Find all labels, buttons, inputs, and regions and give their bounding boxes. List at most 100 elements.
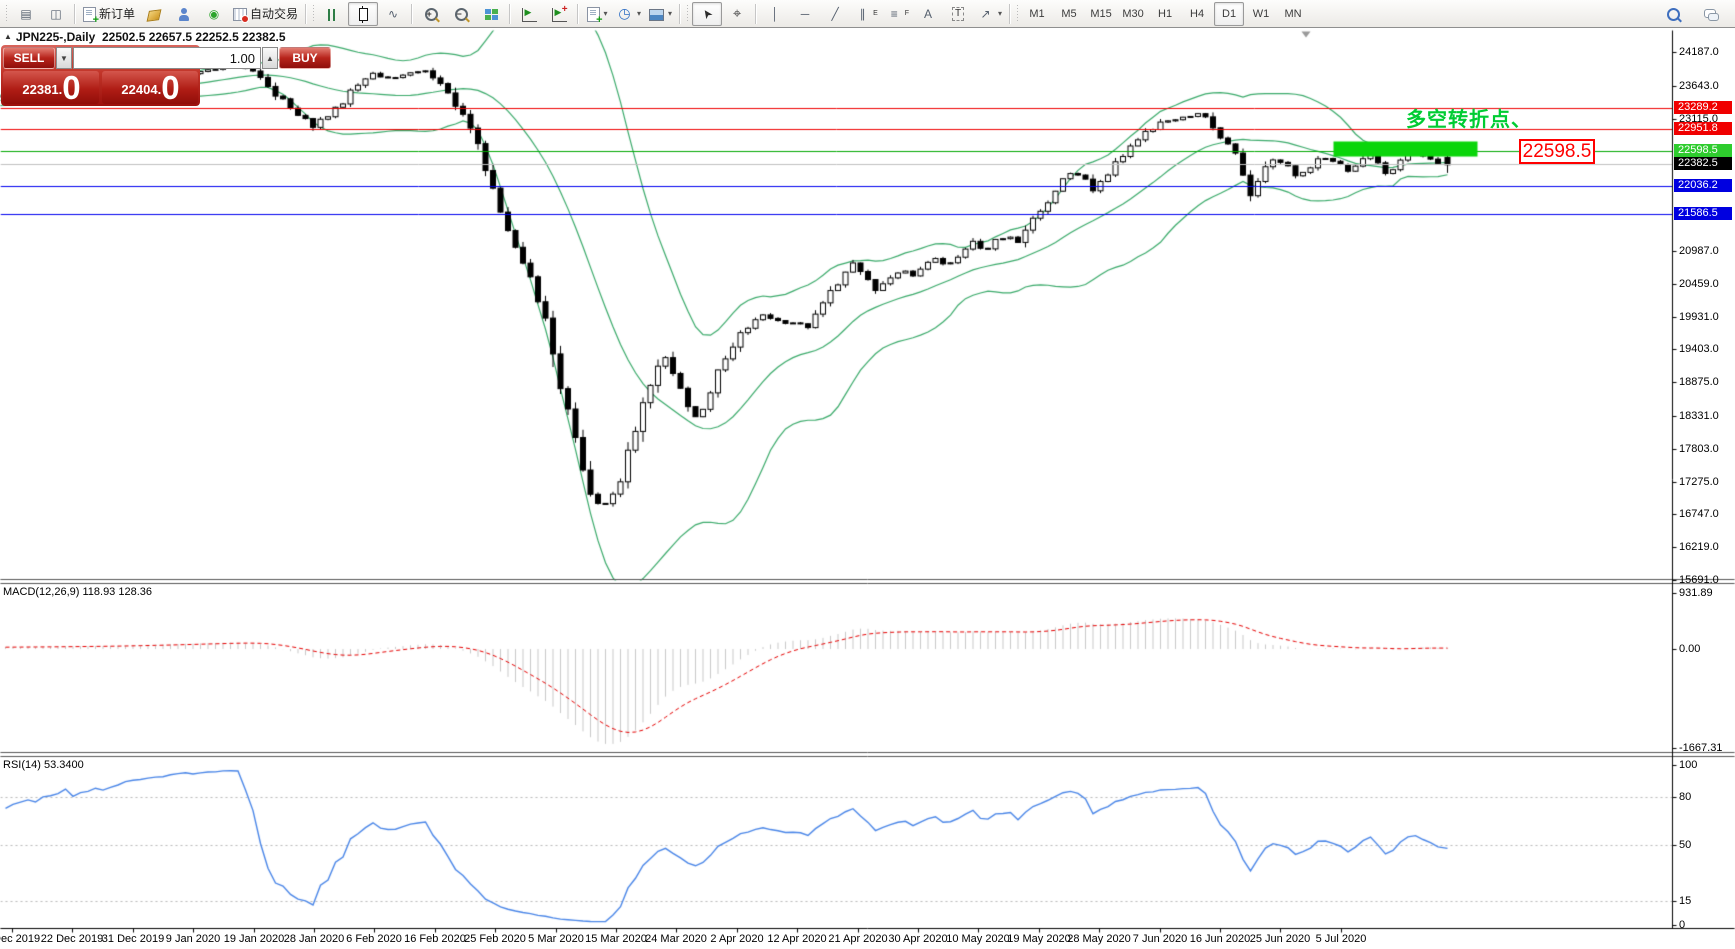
chart-window: ▲JPN225-,Daily 22502.5 22657.5 22252.5 2… — [0, 28, 1735, 949]
cursor-button[interactable]: ➤ — [692, 2, 722, 26]
chart-annotation-text[interactable]: 多空转折点、 — [1406, 103, 1532, 132]
buy-button[interactable]: BUY — [279, 47, 331, 69]
line-chart-button[interactable]: ∿ — [378, 2, 408, 26]
rsi-axis-tick-label: 0 — [1679, 919, 1685, 931]
toolbar-separator — [305, 4, 307, 24]
toolbar-separator — [679, 4, 681, 24]
tile-windows-button[interactable] — [476, 2, 506, 26]
timeframe-h4-button[interactable]: H4 — [1182, 2, 1212, 26]
vertical-line-icon: │ — [767, 6, 784, 22]
community-button[interactable] — [169, 2, 199, 26]
x-axis-date-label: 19 May 2020 — [1007, 933, 1071, 945]
x-axis-date-label: 2 Dec 2019 — [0, 933, 40, 945]
sell-price-main: 22381 — [22, 77, 58, 103]
indicators-window-icon — [522, 8, 537, 22]
timeframe-h1-button[interactable]: H1 — [1150, 2, 1180, 26]
signal-button[interactable]: ◉ — [199, 2, 229, 26]
arrows-button[interactable]: ↗▾ — [973, 2, 1006, 26]
new-order-icon — [83, 7, 96, 22]
timeframe-m1-button[interactable]: M1 — [1022, 2, 1052, 26]
toolbar-right — [1658, 2, 1732, 26]
timeframe-m30-button[interactable]: M30 — [1118, 2, 1148, 26]
period-button[interactable]: ◷▾ — [612, 2, 645, 26]
bar-chart-button[interactable] — [318, 2, 348, 26]
price-axis-tick-label: 20459.0 — [1679, 278, 1719, 290]
x-axis-date-label: 31 Dec 2019 — [102, 933, 164, 945]
market-watch-button[interactable]: ▤ — [11, 2, 41, 26]
x-axis-date-label: 16 Jun 2020 — [1190, 933, 1251, 945]
text-label-icon: T — [952, 7, 964, 21]
volume-input[interactable] — [73, 47, 261, 69]
x-axis-date-label: 15 Mar 2020 — [585, 933, 647, 945]
price-axis-tick-label: 18875.0 — [1679, 376, 1719, 388]
trendline-button[interactable]: ╱ — [820, 2, 850, 26]
rsi-indicator-label: RSI(14) 53.3400 — [3, 759, 84, 771]
buy-price-main: 22404 — [121, 77, 157, 103]
toolbar-grip — [5, 5, 9, 23]
sell-button[interactable]: SELL — [3, 47, 55, 69]
new-order-button[interactable]: 新订单 — [79, 2, 139, 26]
chat-icon — [1704, 9, 1719, 21]
fibonacci-button[interactable]: ≡F — [882, 2, 913, 26]
timeframe-label: M30 — [1122, 8, 1143, 20]
equidistant-channel-button[interactable]: ∥E — [850, 2, 882, 26]
add-indicator-window-button[interactable] — [544, 2, 574, 26]
symbol-title: JPN225-,Daily — [16, 30, 95, 44]
new-chart-button[interactable]: ▾ — [582, 2, 612, 26]
new-order-label: 新订单 — [99, 5, 135, 22]
candlestick-chart-button[interactable] — [348, 2, 378, 26]
search-button[interactable] — [1658, 2, 1688, 26]
zoom-out-icon: − — [455, 8, 468, 21]
add-indicator-window-icon — [552, 8, 567, 22]
indicators-window-button[interactable] — [514, 2, 544, 26]
vertical-line-button[interactable]: │ — [760, 2, 790, 26]
horizontal-line-button[interactable]: ─ — [790, 2, 820, 26]
price-axis-tick-label: 18331.0 — [1679, 410, 1719, 422]
timeframe-w1-button[interactable]: W1 — [1246, 2, 1276, 26]
volume-decrease-button[interactable]: ▼ — [56, 47, 72, 69]
x-axis-date-label: 24 Mar 2020 — [645, 933, 707, 945]
x-axis-date-label: 12 Apr 2020 — [767, 933, 826, 945]
timeframe-m5-button[interactable]: M5 — [1054, 2, 1084, 26]
trade-panel-row: SELL ▼ ▲ BUY — [3, 47, 198, 69]
one-click-trade-panel: SELL ▼ ▲ BUY 22381.0 22404.0 — [1, 45, 200, 106]
toolbar-separator — [755, 4, 757, 24]
crosshair-button[interactable]: ⌖ — [722, 2, 752, 26]
zoom-out-button[interactable]: − — [446, 2, 476, 26]
chevron-down-icon: ▾ — [637, 9, 641, 18]
zoom-in-button[interactable]: + — [416, 2, 446, 26]
text-icon: A — [920, 6, 937, 22]
auto-trading-button[interactable]: 自动交易 — [229, 2, 302, 26]
text-button[interactable]: A — [913, 2, 943, 26]
data-window-button[interactable]: ◫ — [41, 2, 71, 26]
rsi-axis-tick-label: 50 — [1679, 839, 1691, 851]
price-callout-label[interactable]: 22598.5 — [1519, 139, 1595, 164]
timeframe-d1-button[interactable]: D1 — [1214, 2, 1244, 26]
price-line-badge: 22382.5 — [1674, 157, 1732, 170]
x-axis-date-label: 10 May 2020 — [946, 933, 1010, 945]
timeframe-mn-button[interactable]: MN — [1278, 2, 1308, 26]
timeframe-m15-button[interactable]: M15 — [1086, 2, 1116, 26]
community-icon — [177, 7, 191, 21]
price-axis-tick-label: 19931.0 — [1679, 311, 1719, 323]
price-chart-canvas[interactable] — [0, 28, 1735, 949]
macd-axis-tick-label: -1667.31 — [1679, 742, 1722, 754]
text-label-button[interactable]: T — [943, 2, 973, 26]
x-axis-date-label: 9 Jan 2020 — [166, 933, 220, 945]
timeframe-label: M1 — [1029, 8, 1044, 20]
x-axis-date-label: 6 Feb 2020 — [346, 933, 402, 945]
data-window-icon: ◫ — [48, 6, 65, 22]
main-toolbar: ▤ ◫ 新订单 ◉ 自动交易 ∿ + − ▾ ◷▾ ▾ ➤ ⌖ │ ─ ╱ ∥E… — [0, 0, 1735, 28]
buy-price[interactable]: 22404.0 — [102, 71, 198, 104]
chat-button[interactable] — [1696, 2, 1726, 26]
metaeditor-button[interactable] — [139, 2, 169, 26]
sell-price[interactable]: 22381.0 — [3, 71, 99, 104]
search-icon — [1667, 8, 1680, 21]
new-chart-icon — [587, 7, 600, 22]
equidistant-channel-icon: ∥ — [854, 6, 871, 22]
x-axis-date-label: 28 Jan 2020 — [284, 933, 345, 945]
template-button[interactable]: ▾ — [645, 2, 676, 26]
collapse-panel-icon[interactable]: ▲ — [4, 32, 12, 41]
fibonacci-sub-label: F — [905, 10, 909, 17]
volume-increase-button[interactable]: ▲ — [262, 47, 278, 69]
